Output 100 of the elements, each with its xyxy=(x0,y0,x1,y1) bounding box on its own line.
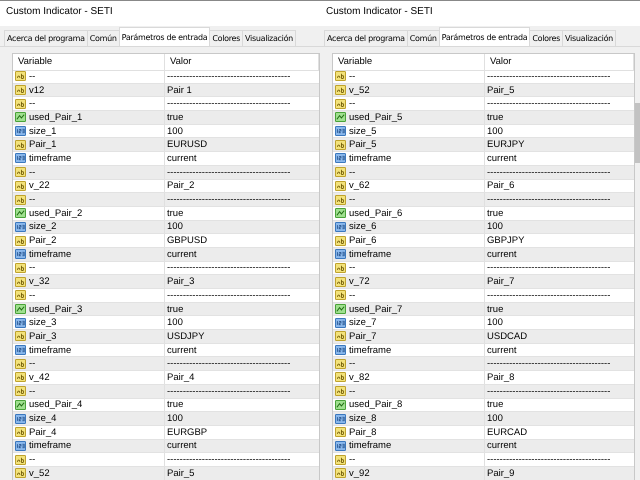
scrollbar-thumb[interactable] xyxy=(635,103,640,163)
value-cell[interactable]: --------------------------------------- xyxy=(485,289,634,302)
value-cell[interactable]: --------------------------------------- xyxy=(485,193,634,206)
number-type-icon xyxy=(15,414,26,424)
value-cell[interactable]: Pair_9 xyxy=(485,466,634,480)
string-type-icon xyxy=(15,372,26,382)
string-type-icon xyxy=(335,468,346,478)
tab[interactable]: Acerca del programa xyxy=(324,30,408,46)
string-type-icon xyxy=(15,331,26,342)
value-cell[interactable]: USDCAD xyxy=(485,330,634,343)
value-cell[interactable]: true xyxy=(485,302,634,316)
value-cell[interactable]: Pair_3 xyxy=(165,275,319,288)
string-type-icon xyxy=(335,140,346,150)
value-cell[interactable]: true xyxy=(485,206,634,220)
column-header[interactable]: Variable xyxy=(13,54,165,71)
value-cell[interactable]: --------------------------------------- xyxy=(485,70,634,83)
value-cell[interactable]: true xyxy=(485,111,634,124)
value-cell[interactable]: --------------------------------------- xyxy=(485,97,634,110)
variable-name: -- xyxy=(349,70,356,82)
value-cell[interactable]: --------------------------------------- xyxy=(485,262,634,274)
tab[interactable]: Parámetros de entrada xyxy=(438,27,530,46)
value-cell[interactable]: --------------------------------------- xyxy=(485,166,634,178)
value-cell[interactable]: current xyxy=(485,248,634,261)
string-type-icon xyxy=(335,331,346,342)
value-cell[interactable]: Pair_2 xyxy=(165,180,319,192)
value-cell[interactable]: --------------------------------------- xyxy=(165,97,319,110)
value-cell[interactable]: USDJPY xyxy=(165,330,319,343)
value-cell[interactable]: true xyxy=(165,206,319,220)
value-cell[interactable]: --------------------------------------- xyxy=(485,384,634,398)
value-cell[interactable]: --------------------------------------- xyxy=(165,384,319,398)
variable-name: timeframe xyxy=(349,344,392,356)
value-cell[interactable]: 100 xyxy=(165,124,319,138)
value-cell[interactable]: Pair_5 xyxy=(485,84,634,96)
value-cell[interactable]: true xyxy=(485,398,634,412)
value-cell[interactable]: current xyxy=(485,152,634,165)
variable-name: size_7 xyxy=(349,317,376,328)
value-cell[interactable]: true xyxy=(165,302,319,316)
value-cell[interactable]: EURJPY xyxy=(485,138,634,152)
value-cell[interactable]: EURUSD xyxy=(165,138,319,152)
variable-name: timeframe xyxy=(349,152,392,164)
value-cell[interactable]: current xyxy=(165,440,319,452)
value-cell[interactable]: --------------------------------------- xyxy=(485,357,634,370)
value-cell[interactable]: --------------------------------------- xyxy=(165,70,319,83)
value-cell[interactable]: current xyxy=(165,248,319,261)
variable-name: used_Pair_3 xyxy=(29,304,82,315)
value-cell[interactable]: EURCAD xyxy=(485,426,634,439)
boolean-type-icon xyxy=(15,400,26,410)
variable-name: -- xyxy=(349,262,356,274)
string-type-icon xyxy=(15,85,26,96)
tab[interactable]: Acerca del programa xyxy=(4,30,88,46)
value-cell[interactable]: --------------------------------------- xyxy=(165,453,319,466)
column-header[interactable]: Valor xyxy=(485,54,634,71)
variable-name: used_Pair_4 xyxy=(29,399,82,410)
value-cell[interactable]: 100 xyxy=(485,412,634,425)
value-cell[interactable]: Pair_5 xyxy=(165,466,319,480)
number-type-icon xyxy=(15,222,26,232)
variable-name: used_Pair_1 xyxy=(29,112,82,123)
tab[interactable]: Visualización xyxy=(562,30,616,46)
value-cell[interactable]: 100 xyxy=(165,412,319,425)
value-cell[interactable]: true xyxy=(165,398,319,412)
value-cell[interactable]: GBPUSD xyxy=(165,234,319,247)
variable-name: used_Pair_6 xyxy=(349,208,402,219)
value-cell[interactable]: Pair_4 xyxy=(165,371,319,384)
string-type-icon xyxy=(335,167,346,178)
value-cell[interactable]: EURGBP xyxy=(165,426,319,439)
value-cell[interactable]: Pair_8 xyxy=(485,371,634,384)
variable-name: -- xyxy=(349,194,356,206)
value-cell[interactable]: current xyxy=(485,440,634,452)
value-cell[interactable]: Pair_7 xyxy=(485,275,634,288)
value-cell[interactable]: --------------------------------------- xyxy=(165,166,319,178)
tab[interactable]: Visualización xyxy=(242,30,296,46)
tab[interactable]: Parámetros de entrada xyxy=(118,27,210,46)
value-cell[interactable]: Pair 1 xyxy=(165,84,319,96)
value-cell[interactable]: --------------------------------------- xyxy=(165,193,319,206)
number-type-icon xyxy=(15,153,26,164)
value-cell[interactable]: Pair_6 xyxy=(485,180,634,192)
string-type-icon xyxy=(15,236,26,246)
value-cell[interactable]: true xyxy=(165,111,319,124)
value-cell[interactable]: --------------------------------------- xyxy=(165,289,319,302)
value-cell[interactable]: --------------------------------------- xyxy=(165,262,319,274)
value-cell[interactable]: 100 xyxy=(485,124,634,138)
column-header[interactable]: Valor xyxy=(165,54,319,71)
value-cell[interactable]: current xyxy=(485,344,634,356)
string-type-icon xyxy=(15,276,26,287)
value-cell[interactable]: 100 xyxy=(485,220,634,234)
value-cell[interactable]: 100 xyxy=(165,220,319,234)
value-cell[interactable]: GBPJPY xyxy=(485,234,634,247)
value-cell[interactable]: 100 xyxy=(165,316,319,330)
boolean-type-icon xyxy=(15,112,26,122)
variable-name: size_4 xyxy=(29,413,56,424)
value-cell[interactable]: 100 xyxy=(485,316,634,330)
variable-name: size_3 xyxy=(29,317,56,328)
value-cell[interactable]: current xyxy=(165,344,319,356)
number-type-icon xyxy=(15,249,26,260)
value-cell[interactable]: --------------------------------------- xyxy=(485,453,634,466)
value-cell[interactable]: current xyxy=(165,152,319,165)
value-cell[interactable]: --------------------------------------- xyxy=(165,357,319,370)
string-type-icon xyxy=(15,358,26,369)
column-header[interactable]: Variable xyxy=(333,54,485,71)
boolean-type-icon xyxy=(335,304,346,314)
